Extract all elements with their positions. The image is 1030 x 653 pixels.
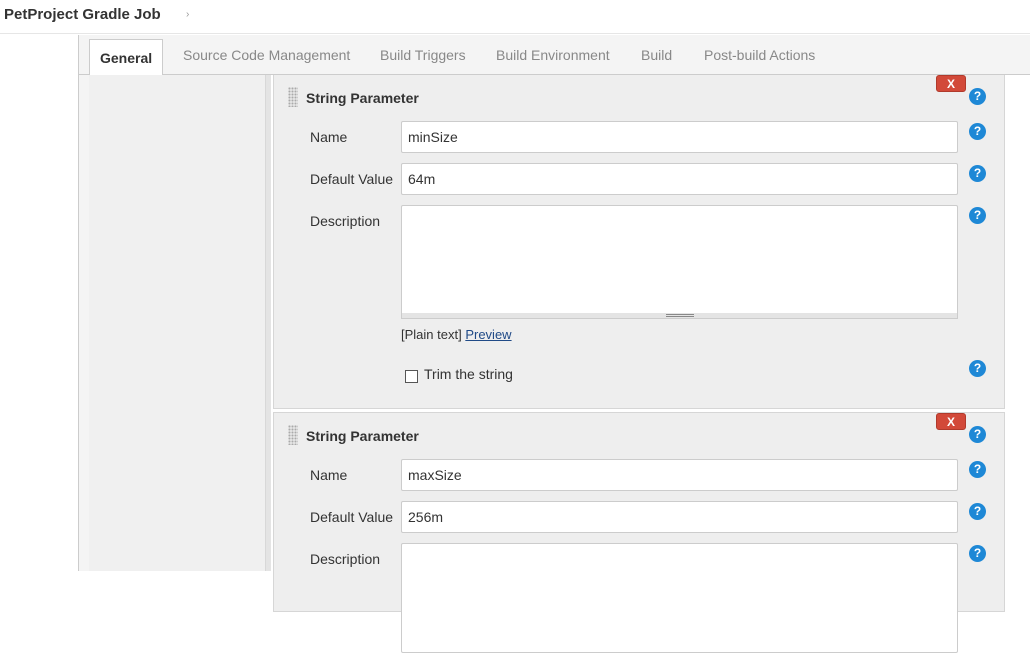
parameter-title: String Parameter <box>306 428 419 444</box>
name-label: Name <box>310 129 348 145</box>
breadcrumb-bar: PetProject Gradle Job › <box>0 0 1030 34</box>
name-input[interactable] <box>401 121 958 153</box>
description-textarea[interactable] <box>401 543 958 653</box>
default-value-label: Default Value <box>310 171 394 187</box>
parameter-title: String Parameter <box>306 90 419 106</box>
preview-link[interactable]: Preview <box>465 327 511 342</box>
tab-source-code-management[interactable]: Source Code Management <box>183 47 350 63</box>
config-tab-bar: General Source Code Management Build Tri… <box>79 35 1030 76</box>
tab-build[interactable]: Build <box>641 47 672 63</box>
trim-string-checkbox[interactable] <box>405 370 418 383</box>
plain-text-label: [Plain text] <box>401 327 462 342</box>
drag-handle-icon[interactable] <box>288 87 298 107</box>
tab-general[interactable]: General <box>89 39 164 76</box>
help-icon[interactable]: ? <box>969 360 986 377</box>
markup-format-row: [Plain text] Preview <box>401 327 512 342</box>
string-parameter-block: String Parameter X ? Name ? Default Valu… <box>273 412 1005 653</box>
name-input[interactable] <box>401 459 958 491</box>
help-icon[interactable]: ? <box>969 123 986 140</box>
grip-lines-icon <box>666 314 694 317</box>
name-label: Name <box>310 467 348 483</box>
tab-build-triggers[interactable]: Build Triggers <box>380 47 466 63</box>
description-label: Description <box>310 551 381 567</box>
description-textarea[interactable] <box>401 205 958 315</box>
drag-handle-icon[interactable] <box>288 425 298 445</box>
section-indent-area <box>89 75 265 571</box>
string-parameter-block: String Parameter X ? Name ? Default Valu… <box>273 75 1005 409</box>
section-indent-rule <box>265 75 271 571</box>
textarea-resize-grip[interactable] <box>401 313 958 319</box>
tab-build-environment[interactable]: Build Environment <box>496 47 610 63</box>
help-icon[interactable]: ? <box>969 207 986 224</box>
help-icon[interactable]: ? <box>969 503 986 520</box>
tab-post-build-actions[interactable]: Post-build Actions <box>704 47 815 63</box>
default-value-input[interactable] <box>401 501 958 533</box>
help-icon[interactable]: ? <box>969 88 986 105</box>
job-title-link[interactable]: PetProject Gradle Job <box>4 6 161 23</box>
delete-parameter-button[interactable]: X <box>936 413 966 430</box>
default-value-label: Default Value <box>310 509 394 525</box>
delete-parameter-button[interactable]: X <box>936 75 966 92</box>
section-left-border <box>79 75 89 571</box>
job-config-panel: General Source Code Management Build Tri… <box>78 35 1030 653</box>
description-label: Description <box>310 213 381 229</box>
breadcrumb-arrow-icon[interactable]: › <box>186 9 189 20</box>
trim-string-label[interactable]: Trim the string <box>424 366 513 382</box>
help-icon[interactable]: ? <box>969 461 986 478</box>
help-icon[interactable]: ? <box>969 545 986 562</box>
default-value-input[interactable] <box>401 163 958 195</box>
help-icon[interactable]: ? <box>969 426 986 443</box>
help-icon[interactable]: ? <box>969 165 986 182</box>
